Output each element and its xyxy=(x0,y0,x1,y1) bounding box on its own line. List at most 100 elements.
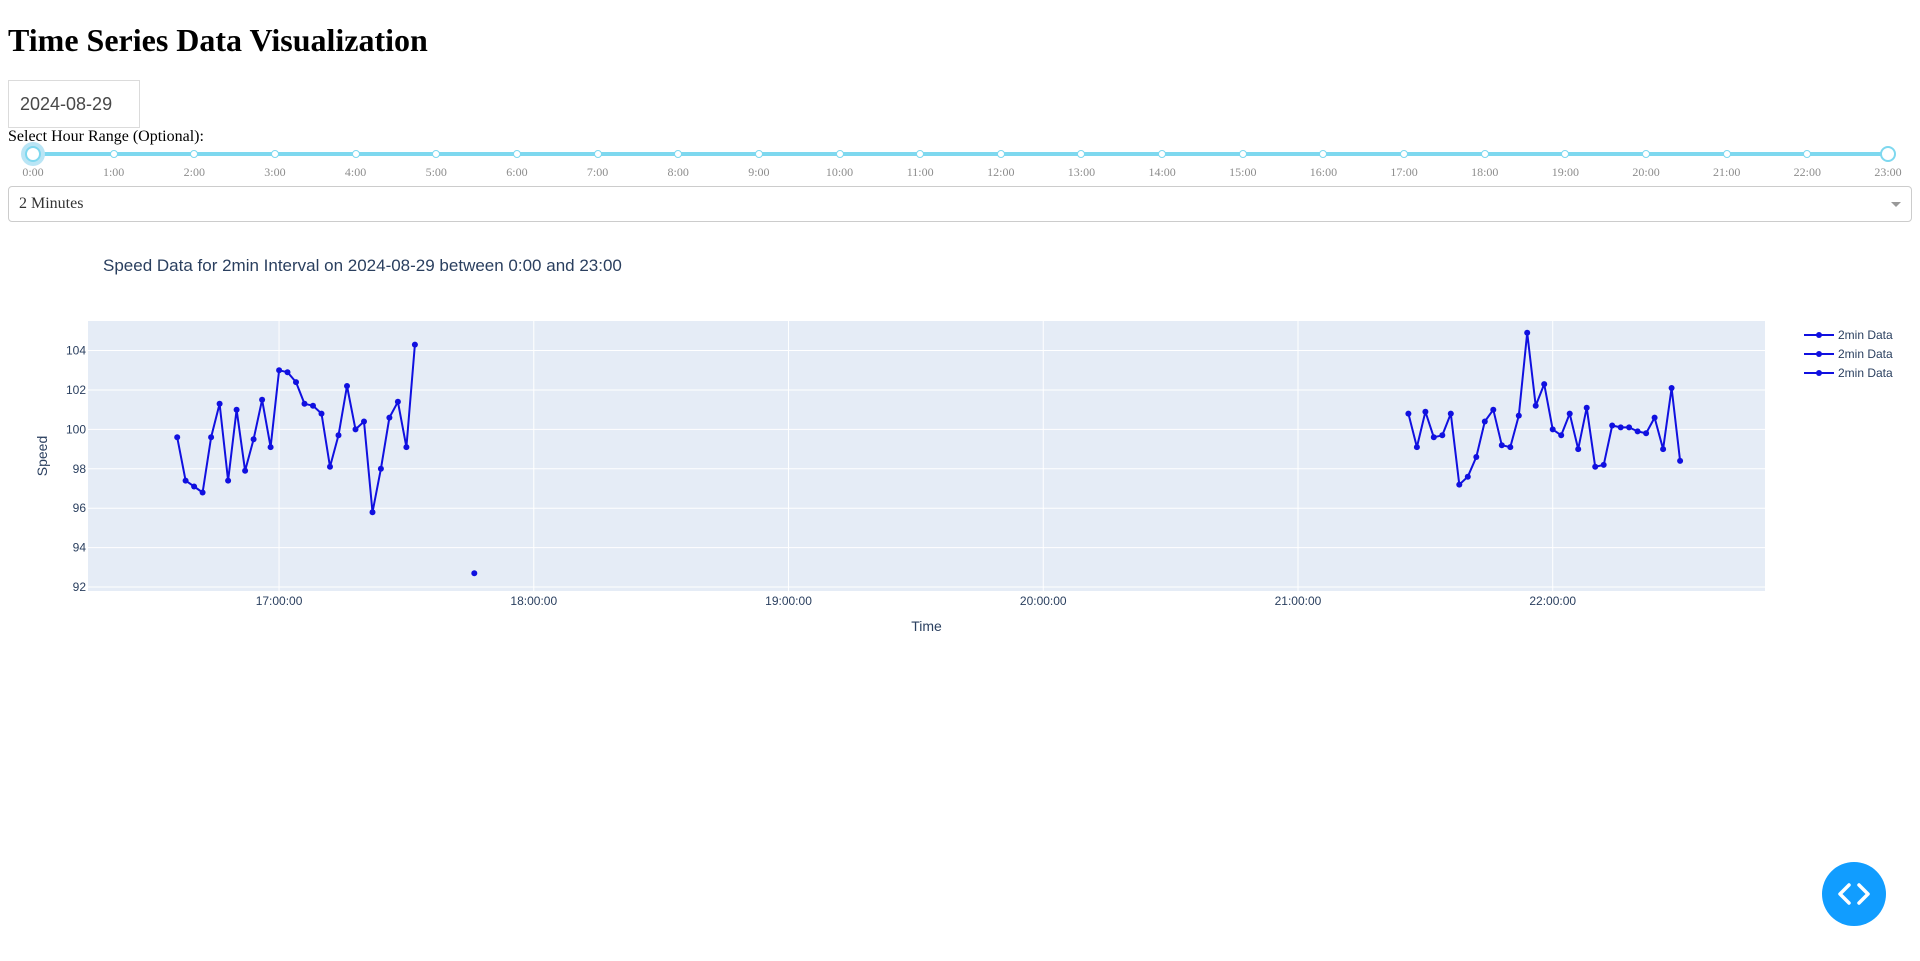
slider-tick-dot xyxy=(754,150,763,158)
data-point xyxy=(208,434,215,441)
slider-tick-dot xyxy=(512,150,521,158)
data-point xyxy=(1575,446,1582,453)
slider-tick-dot xyxy=(1077,150,1086,158)
code-icon xyxy=(1838,883,1870,905)
data-point xyxy=(318,410,325,417)
data-point xyxy=(394,398,401,405)
data-point xyxy=(1592,463,1599,470)
slider-tick-dot xyxy=(593,150,602,158)
data-point xyxy=(1549,426,1556,433)
slider-tick-dot xyxy=(996,150,1005,158)
data-point xyxy=(310,402,316,409)
slider-tick-dot xyxy=(1238,150,1247,158)
slider-mark-label: 16:00 xyxy=(1309,165,1338,179)
data-point xyxy=(361,418,367,425)
data-point xyxy=(1524,329,1531,336)
data-point xyxy=(250,436,257,443)
data-point xyxy=(377,465,384,472)
slider-tick-dot xyxy=(190,150,199,158)
x-tick-label: 22:00:00 xyxy=(1529,594,1576,608)
legend-label: 2min Data xyxy=(1838,347,1893,361)
data-point xyxy=(284,369,291,376)
data-point xyxy=(1583,404,1590,411)
date-picker-input[interactable]: 2024-08-29 xyxy=(8,80,140,128)
data-point xyxy=(191,483,198,490)
slider-mark-label: 9:00 xyxy=(748,165,770,179)
legend-label: 2min Data xyxy=(1838,328,1893,342)
data-point xyxy=(301,400,308,407)
y-tick-label: 100 xyxy=(66,422,86,436)
slider-tick-dot xyxy=(109,150,118,158)
slider-tick-dot xyxy=(1158,150,1167,158)
chevron-down-icon[interactable] xyxy=(1891,202,1901,207)
plot-area xyxy=(88,321,1765,591)
data-point xyxy=(1532,402,1539,409)
code-toggle-button[interactable] xyxy=(1822,862,1886,926)
data-point xyxy=(335,432,342,439)
interval-dropdown-value: 2 Minutes xyxy=(19,195,84,212)
x-tick-label: 19:00:00 xyxy=(765,594,812,608)
data-point xyxy=(1609,422,1616,429)
data-point xyxy=(1456,481,1463,488)
x-tick-label: 21:00:00 xyxy=(1275,594,1322,608)
slider-mark-label: 22:00 xyxy=(1793,165,1822,179)
data-point xyxy=(293,379,299,386)
legend-marker xyxy=(1816,370,1822,376)
data-point xyxy=(1566,410,1573,417)
data-point xyxy=(1405,410,1412,417)
data-point xyxy=(233,406,240,413)
slider-mark-label: 13:00 xyxy=(1067,165,1096,179)
slider-tick-dot xyxy=(1319,150,1328,158)
slider-mark-label: 8:00 xyxy=(667,165,689,179)
data-point xyxy=(259,396,266,403)
data-point xyxy=(216,400,223,407)
y-tick-label: 104 xyxy=(66,344,86,358)
data-point xyxy=(369,509,376,516)
data-point xyxy=(1600,461,1607,468)
data-point xyxy=(1447,410,1454,417)
data-point xyxy=(276,367,283,374)
data-point xyxy=(1515,412,1522,419)
slider-mark-label: 20:00 xyxy=(1632,165,1660,179)
slider-tick-dot xyxy=(674,150,683,158)
data-point xyxy=(199,489,206,496)
slider-mark-label: 12:00 xyxy=(987,165,1015,179)
slider-mark-label: 7:00 xyxy=(586,165,609,179)
data-point xyxy=(386,414,393,421)
slider-mark-label: 21:00 xyxy=(1713,165,1741,179)
slider-end-handle[interactable] xyxy=(1880,146,1896,162)
slider-tick-dot xyxy=(1722,150,1731,158)
slider-mark-label: 5:00 xyxy=(425,165,447,179)
data-point xyxy=(1617,424,1624,431)
x-tick-label: 17:00:00 xyxy=(256,594,303,608)
slider-tick-dot xyxy=(270,150,279,158)
data-point xyxy=(1643,430,1650,437)
slider-mark-label: 18:00 xyxy=(1471,165,1499,179)
data-point xyxy=(1660,446,1667,453)
data-point xyxy=(1626,424,1633,431)
slider-tick-dot xyxy=(1642,150,1651,158)
slider-tick-dot xyxy=(1400,150,1409,158)
data-point xyxy=(242,467,249,474)
data-point xyxy=(1507,444,1514,451)
slider-track xyxy=(33,152,1888,156)
slider-tick-dot xyxy=(351,150,360,158)
data-point xyxy=(327,463,333,470)
data-point xyxy=(1668,385,1675,391)
interval-dropdown[interactable]: 2 Minutes xyxy=(8,186,1912,222)
data-point xyxy=(1634,428,1641,435)
data-point xyxy=(471,570,478,577)
slider-mark-label: 15:00 xyxy=(1229,165,1257,179)
data-point xyxy=(344,383,350,389)
slider-start-handle[interactable] xyxy=(25,146,41,162)
data-point xyxy=(1541,381,1548,388)
data-point xyxy=(267,444,274,451)
data-point xyxy=(1464,473,1471,480)
slider-mark-label: 17:00 xyxy=(1390,165,1418,179)
hour-range-slider[interactable]: 0:00 1:00 2:00 3:00 4:00 5:00 6:00 7:00 8:00 9:00… xyxy=(22,144,1902,188)
slider-tick-dot xyxy=(432,150,441,158)
slider-mark-label: 4:00 xyxy=(344,165,367,179)
data-point xyxy=(1490,406,1497,413)
data-point xyxy=(1473,454,1480,460)
data-point xyxy=(1430,434,1437,441)
